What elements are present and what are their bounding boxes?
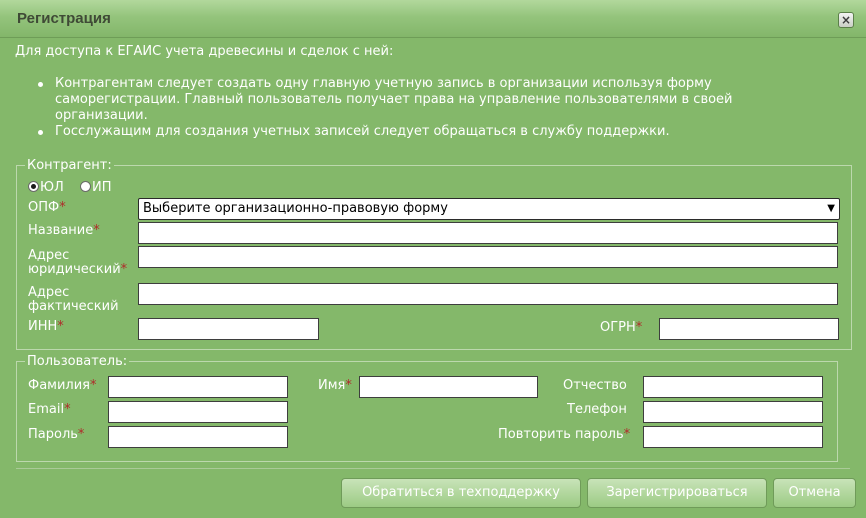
repeat-password-input[interactable] <box>643 426 823 448</box>
support-button[interactable]: Обратиться в техподдержку <box>341 478 581 508</box>
dialog-title: Регистрация <box>17 10 111 27</box>
dialog-titlebar: Регистрация × <box>0 0 866 38</box>
password-input[interactable] <box>108 426 288 448</box>
password-label: Пароль* <box>28 427 85 442</box>
cancel-button[interactable]: Отмена <box>773 478 856 508</box>
user-legend: Пользователь: <box>27 354 128 369</box>
email-label: Email* <box>28 402 71 417</box>
radio-ip[interactable] <box>80 181 91 192</box>
footer-divider <box>16 468 850 469</box>
inn-input[interactable] <box>138 318 319 340</box>
legal-address-input[interactable] <box>138 246 838 268</box>
repeat-password-label: Повторить пароль* <box>498 427 631 442</box>
opf-select-value: Выберите организационно-правовую форму <box>143 201 448 216</box>
legal-address-label: Адрес юридический* <box>28 248 128 277</box>
email-field[interactable] <box>108 401 288 423</box>
contractor-legend: Контрагент: <box>27 158 112 173</box>
register-button[interactable]: Зарегистрироваться <box>587 478 767 508</box>
firstname-label: Имя* <box>318 378 352 393</box>
list-item: Контрагентам следует создать одну главну… <box>38 76 815 124</box>
opf-label: ОПФ* <box>28 200 66 215</box>
info-list: Контрагентам следует создать одну главну… <box>38 76 815 140</box>
middlename-input[interactable] <box>643 376 823 398</box>
radio-ul-label: ЮЛ <box>40 180 64 195</box>
phone-label: Телефон <box>567 402 627 417</box>
ogrn-label: ОГРН* <box>600 320 643 335</box>
opf-select[interactable]: Выберите организационно-правовую форму ▼ <box>138 198 840 220</box>
close-icon[interactable]: × <box>838 12 854 28</box>
phone-input[interactable] <box>643 401 823 423</box>
intro-text: Для доступа к ЕГАИС учета древесины и сд… <box>15 44 394 59</box>
name-input[interactable] <box>138 222 838 244</box>
chevron-down-icon: ▼ <box>827 203 835 214</box>
radio-ul[interactable] <box>28 181 39 192</box>
middlename-label: Отчество <box>563 378 627 393</box>
firstname-input[interactable] <box>359 376 538 398</box>
actual-address-input[interactable] <box>138 283 838 305</box>
actual-address-label: Адрес фактический <box>28 285 119 314</box>
lastname-label: Фамилия* <box>28 378 97 393</box>
lastname-input[interactable] <box>108 376 288 398</box>
inn-label: ИНН* <box>28 319 64 334</box>
name-label: Название* <box>28 223 100 238</box>
radio-ip-label: ИП <box>92 180 112 195</box>
list-item: Госслужащим для создания учетных записей… <box>38 124 815 140</box>
ogrn-input[interactable] <box>659 318 839 340</box>
